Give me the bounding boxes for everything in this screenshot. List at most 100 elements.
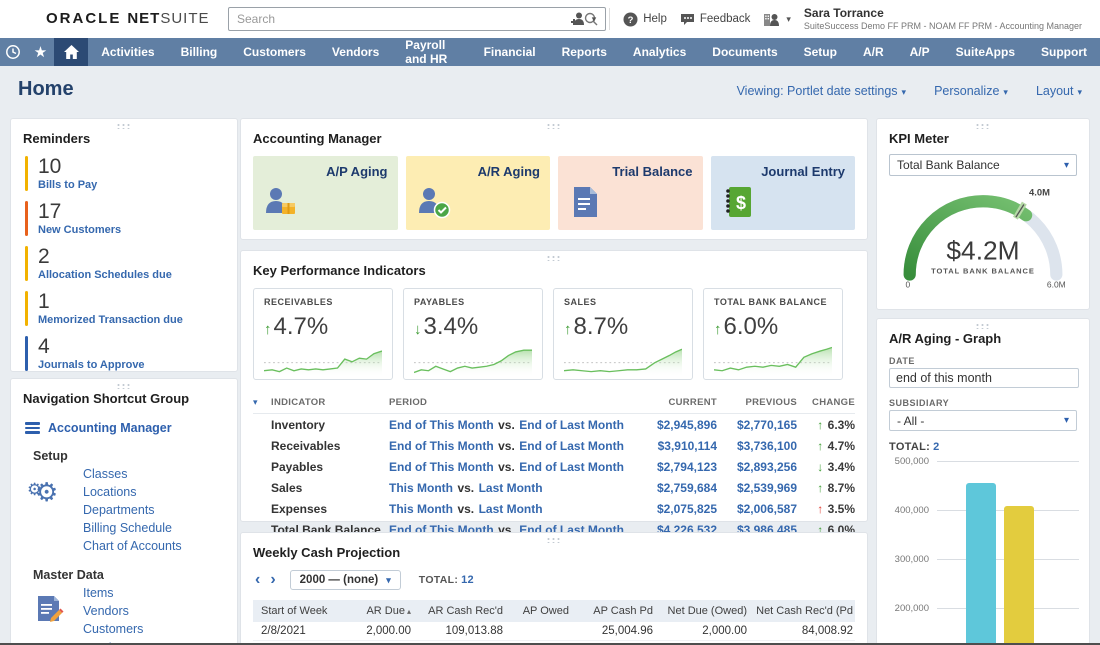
nav-item-activities[interactable]: Activities [88, 38, 167, 66]
prev-page-icon[interactable]: ‹ [255, 572, 260, 588]
nav-item-billing[interactable]: Billing [168, 38, 231, 66]
caret-down-icon: ▾ [1064, 415, 1069, 426]
bar-series-2[interactable] [1004, 506, 1034, 645]
kpi-tile-sales[interactable]: SALES ↑8.7% [553, 288, 693, 380]
nav-item-analytics[interactable]: Analytics [620, 38, 699, 66]
nav-item-suiteapps[interactable]: SuiteApps [943, 38, 1028, 66]
document-pencil-icon [35, 594, 65, 631]
shortcut-link-items[interactable]: Items [83, 584, 237, 602]
nav-item-customers[interactable]: Customers [230, 38, 319, 66]
reminder-label[interactable]: Bills to Pay [38, 179, 97, 191]
global-search[interactable] [228, 7, 606, 31]
reminder-label[interactable]: Journals to Approve [38, 359, 145, 371]
nav-item-documents[interactable]: Documents [699, 38, 790, 66]
gauge-caption: TOTAL BANK BALANCE [931, 267, 1035, 276]
menu-icon [25, 420, 40, 436]
table-header-row: Start of Week AR Due▴ AR Cash Rec'd AP O… [253, 600, 855, 622]
tile-journal-entry[interactable]: Journal Entry $ [711, 156, 856, 230]
caret-down-icon: ▾ [592, 14, 597, 25]
user-info[interactable]: Sara Torrance SuiteSuccess Demo FF PRM -… [804, 6, 1082, 32]
caret-down-icon: ▾ [386, 575, 391, 586]
topbar: ORACLENETSUITE ▾ ? Help Feedback ▾ [0, 0, 1100, 38]
personalize-menu[interactable]: Personalize▾ [934, 84, 1008, 98]
trend-arrow-icon: ↑ [264, 321, 272, 338]
table-row: Receivables End of This Month vs. End of… [253, 435, 855, 456]
tile-ar-aging[interactable]: A/R Aging [406, 156, 551, 230]
nav-item-reports[interactable]: Reports [549, 38, 620, 66]
reminder-bills-to-pay[interactable]: 10 Bills to Pay [25, 156, 237, 191]
reminder-memorized-transaction[interactable]: 1 Memorized Transaction due [25, 291, 237, 326]
feedback-label: Feedback [700, 13, 751, 25]
drag-handle-icon[interactable] [116, 383, 132, 389]
search-input[interactable] [229, 12, 584, 26]
reminder-label[interactable]: Memorized Transaction due [38, 314, 183, 326]
table-row: Payables End of This Month vs. End of La… [253, 456, 855, 477]
date-input[interactable] [889, 368, 1079, 388]
expand-caret-icon[interactable]: ▾ [253, 397, 271, 408]
drag-handle-icon[interactable] [975, 323, 991, 329]
shortcut-link-locations[interactable]: Locations [83, 483, 237, 501]
nav-item-payroll-hr[interactable]: Payroll and HR [392, 38, 470, 66]
help-icon: ? [623, 12, 638, 27]
reminder-new-customers[interactable]: 17 New Customers [25, 201, 237, 236]
topbar-divider [609, 8, 610, 30]
netsuite-dashboard: ORACLENETSUITE ▾ ? Help Feedback ▾ [0, 0, 1100, 645]
subsidiary-dropdown[interactable]: - All - ▾ [889, 410, 1077, 431]
shortcut-link-classes[interactable]: Classes [83, 465, 237, 483]
drag-handle-icon[interactable] [116, 123, 132, 129]
shortcut-link-billing-schedule[interactable]: Billing Schedule [83, 519, 237, 537]
kpi-meter-dropdown[interactable]: Total Bank Balance ▾ [889, 154, 1077, 176]
reminder-count: 10 [38, 156, 97, 178]
home-icon[interactable] [54, 38, 88, 66]
tile-trial-balance[interactable]: Trial Balance [558, 156, 703, 230]
bar-series-1[interactable] [966, 483, 996, 645]
shortcut-link-customers[interactable]: Customers [83, 620, 237, 638]
help-label: Help [643, 13, 667, 25]
drag-handle-icon[interactable] [975, 123, 991, 129]
help-button[interactable]: ? Help [623, 12, 667, 27]
page-header: Home Viewing: Portlet date settings▾ Per… [0, 66, 1100, 116]
caret-down-icon: ▾ [902, 87, 907, 97]
logo-net-text: NET [127, 10, 160, 27]
sparkline-chart [714, 343, 832, 377]
account-filter-dropdown[interactable]: 2000 — (none)▾ [290, 570, 401, 590]
nav-item-support[interactable]: Support [1028, 38, 1100, 66]
nav-item-ap[interactable]: A/P [897, 38, 943, 66]
shortcut-link-chart-of-accounts[interactable]: Chart of Accounts [83, 537, 237, 555]
journal-dollar-icon: $ [721, 185, 755, 224]
tile-ap-aging[interactable]: A/P Aging [253, 156, 398, 230]
kpi-tile-total-bank-balance[interactable]: TOTAL BANK BALANCE ↑6.0% [703, 288, 843, 380]
shortcut-link-departments[interactable]: Departments [83, 501, 237, 519]
sparkline-chart [564, 343, 682, 377]
table-row: Expenses This Month vs. Last Month $2,07… [253, 498, 855, 519]
feedback-button[interactable]: Feedback [680, 12, 751, 27]
kpi-tile-receivables[interactable]: RECEIVABLES ↑4.7% [253, 288, 393, 380]
table-row: Sales This Month vs. Last Month $2,759,6… [253, 477, 855, 498]
shortcut-link-vendors[interactable]: Vendors [83, 602, 237, 620]
weekly-table: Start of Week AR Due▴ AR Cash Rec'd AP O… [253, 600, 855, 645]
drag-handle-icon[interactable] [546, 537, 562, 543]
recent-records-icon[interactable] [0, 38, 27, 66]
kpi-tile-payables[interactable]: PAYABLES ↓3.4% [403, 288, 543, 380]
next-page-icon[interactable]: › [270, 572, 275, 588]
nav-item-vendors[interactable]: Vendors [319, 38, 392, 66]
reminder-color-bar [25, 246, 28, 281]
viewing-portlet-date-settings[interactable]: Viewing: Portlet date settings▾ [737, 84, 907, 98]
shortcuts-star-icon[interactable]: ★ [27, 38, 54, 66]
drag-handle-icon[interactable] [546, 255, 562, 261]
reminder-label[interactable]: New Customers [38, 224, 121, 236]
drag-handle-icon[interactable] [546, 123, 562, 129]
kpi-portlet: Key Performance Indicators RECEIVABLES ↑… [240, 250, 868, 522]
nav-item-financial[interactable]: Financial [471, 38, 549, 66]
nav-item-setup[interactable]: Setup [791, 38, 850, 66]
user-name: Sara Torrance [804, 6, 1082, 21]
role-menu[interactable]: ▾ [763, 11, 791, 27]
nav-item-ar[interactable]: A/R [850, 38, 897, 66]
layout-menu[interactable]: Layout▾ [1036, 84, 1082, 98]
quick-add-icon[interactable] [570, 11, 587, 28]
reminder-journals-to-approve[interactable]: 4 Journals to Approve [25, 336, 237, 371]
shortcut-accounting-manager[interactable]: Accounting Manager [25, 420, 237, 436]
reminder-label[interactable]: Allocation Schedules due [38, 269, 172, 281]
reminder-allocation-schedules[interactable]: 2 Allocation Schedules due [25, 246, 237, 281]
quick-add-menu[interactable]: ▾ [570, 11, 597, 28]
